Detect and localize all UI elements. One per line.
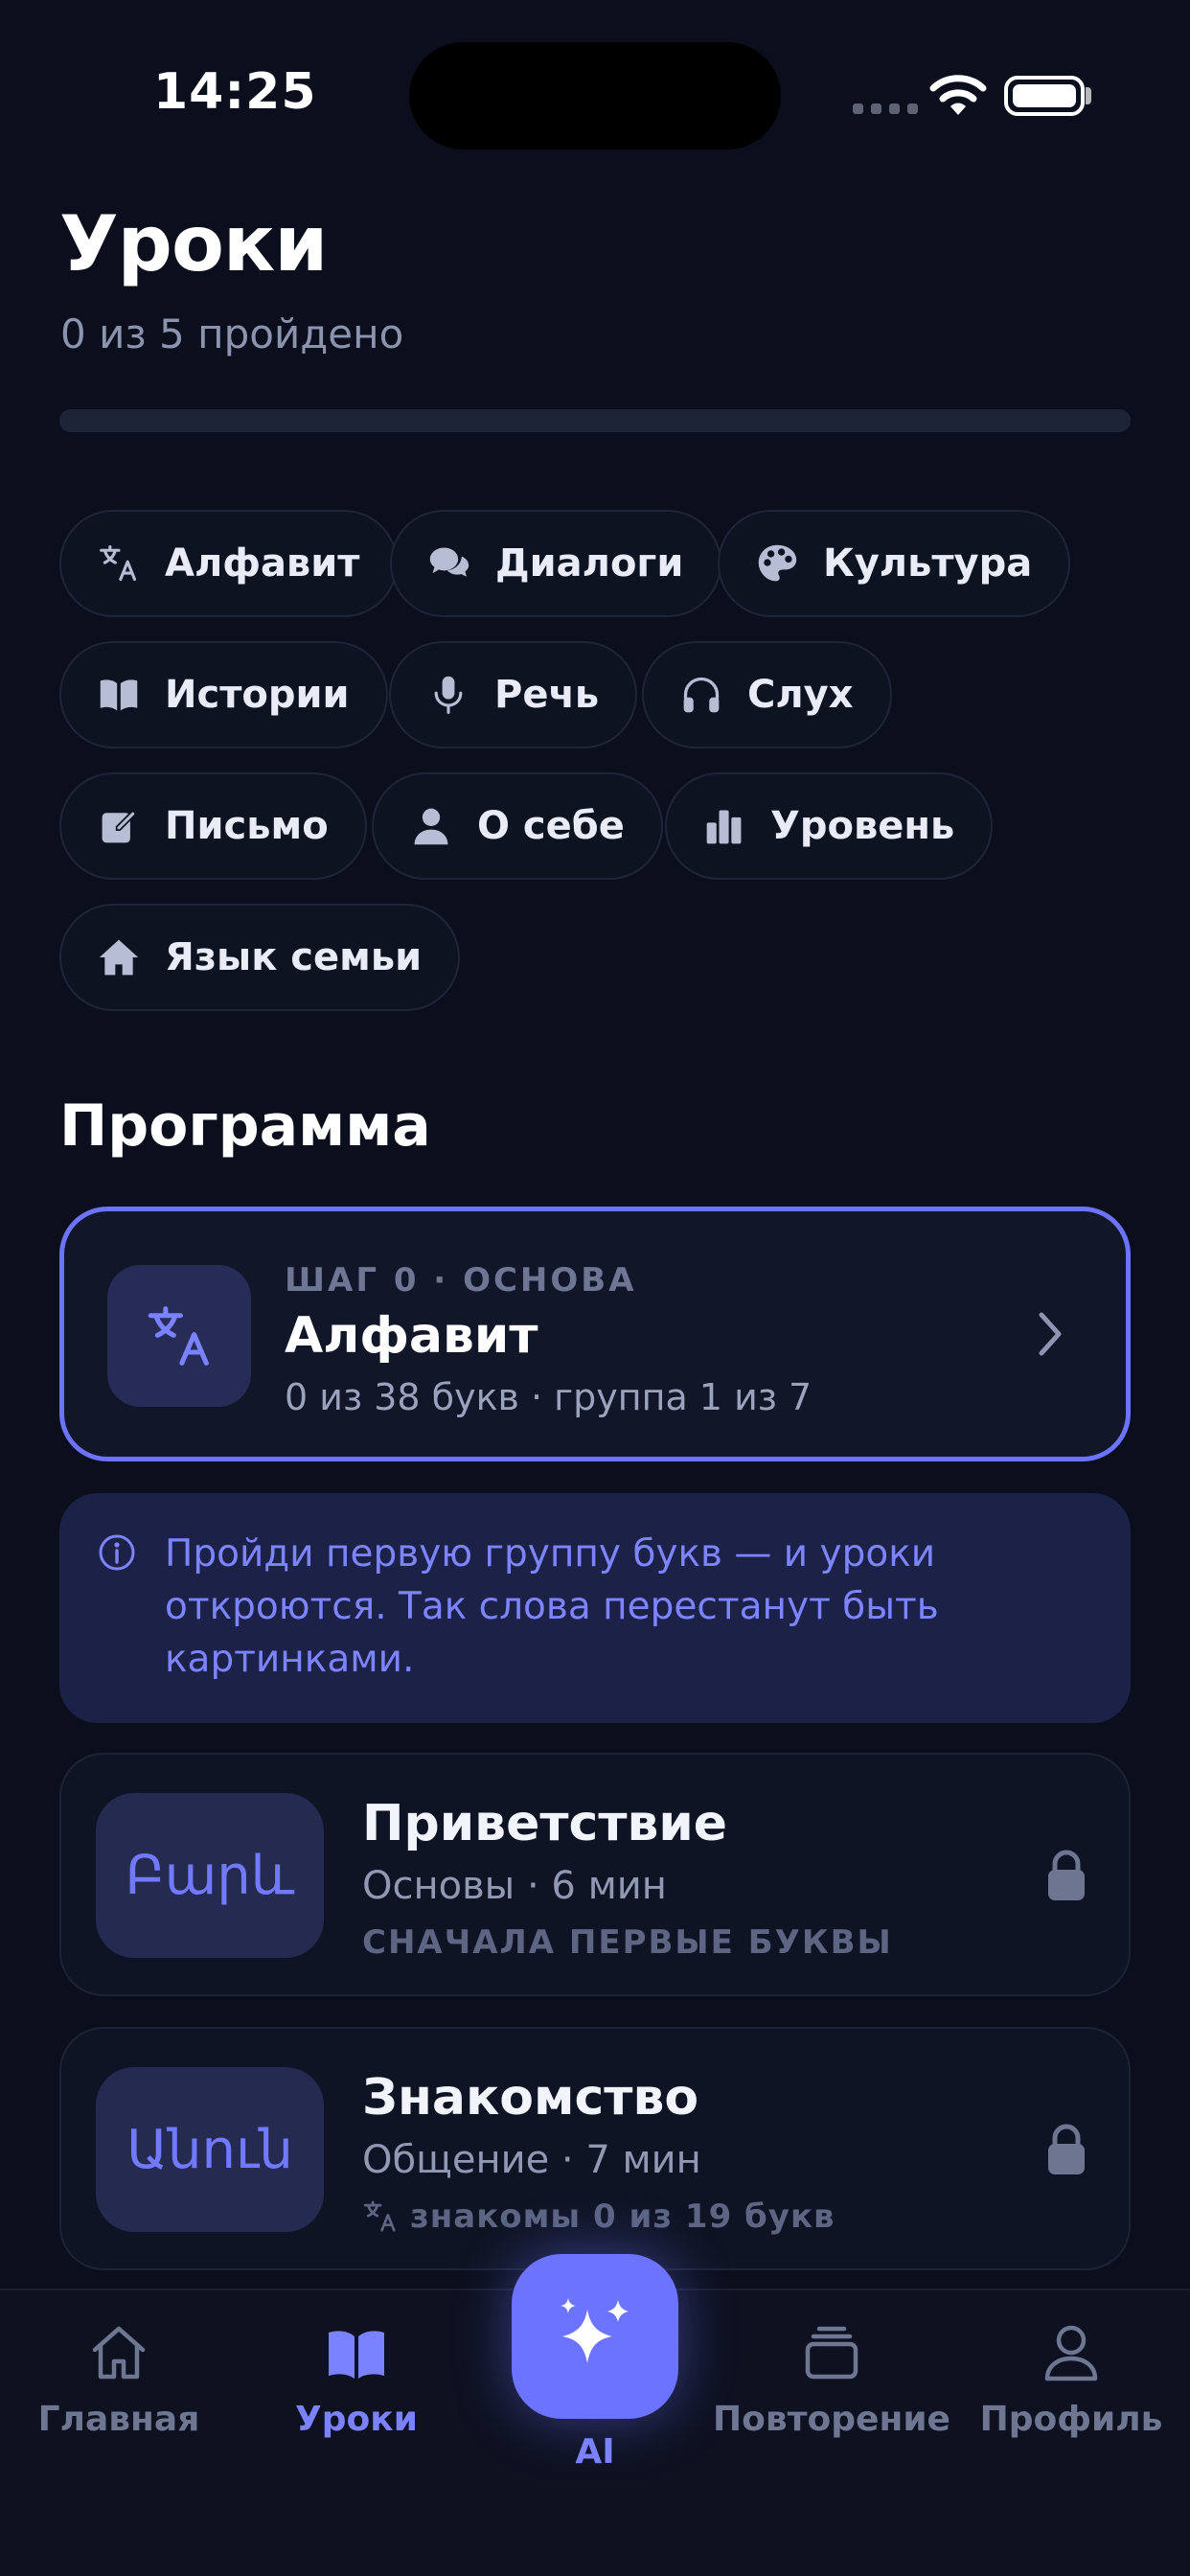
chip-level[interactable]: Уровень bbox=[665, 772, 994, 880]
step-meta: 0 из 38 букв · группа 1 из 7 bbox=[285, 1376, 812, 1418]
translate-icon bbox=[107, 1265, 251, 1407]
lesson-meta: Основы · 6 мин bbox=[362, 1864, 667, 1908]
lesson-requirement: СНАЧАЛА ПЕРВЫЕ БУКВЫ bbox=[362, 1923, 893, 1962]
chip-dialogs[interactable]: Диалоги bbox=[390, 510, 722, 617]
lesson-title: Знакомство bbox=[362, 2069, 699, 2127]
tab-label: Главная bbox=[37, 2400, 200, 2439]
translate-icon bbox=[96, 540, 142, 586]
lesson-thumbnail: Անուն bbox=[96, 2067, 324, 2232]
chip-family-language[interactable]: Язык семьи bbox=[59, 904, 461, 1011]
lesson-title: Приветствие bbox=[362, 1795, 728, 1852]
tab-review[interactable]: Повторение bbox=[713, 2319, 950, 2439]
progress-summary: 0 из 5 пройдено bbox=[60, 310, 404, 357]
tab-home[interactable]: Главная bbox=[0, 2319, 238, 2439]
chip-culture[interactable]: Культура bbox=[718, 510, 1071, 617]
tab-label: Уроки bbox=[295, 2400, 418, 2439]
lock-icon bbox=[1048, 2124, 1085, 2174]
page-title: Уроки bbox=[59, 199, 328, 288]
chip-label: Диалоги bbox=[495, 541, 684, 586]
house-icon bbox=[96, 934, 142, 980]
lesson-requirement-text: СНАЧАЛА ПЕРВЫЕ БУКВЫ bbox=[362, 1923, 893, 1962]
chip-label: Уровень bbox=[770, 804, 955, 848]
chip-label: Речь bbox=[494, 673, 600, 717]
info-banner: Пройди первую группу букв — и уроки откр… bbox=[59, 1493, 1131, 1723]
chip-speech[interactable]: Речь bbox=[389, 641, 638, 748]
chip-label: Культура bbox=[823, 541, 1033, 586]
headphones-icon bbox=[678, 672, 724, 718]
home-icon bbox=[92, 2326, 146, 2380]
tab-lessons[interactable]: Уроки bbox=[238, 2319, 475, 2439]
lock-icon bbox=[1048, 1850, 1085, 1900]
tab-label: Профиль bbox=[979, 2400, 1163, 2439]
chip-label: Алфавит bbox=[165, 541, 360, 586]
lesson-requirement-text: знакомы 0 из 19 букв bbox=[410, 2197, 835, 2236]
book-icon bbox=[329, 2331, 384, 2379]
lesson-meta: Общение · 7 мин bbox=[362, 2138, 701, 2182]
alphabet-step-card[interactable]: ШАГ 0 · ОСНОВА Алфавит 0 из 38 букв · гр… bbox=[59, 1207, 1131, 1461]
chip-about-me[interactable]: О себе bbox=[372, 772, 663, 880]
cards-stack-icon bbox=[805, 2326, 858, 2380]
tab-profile[interactable]: Профиль bbox=[952, 2319, 1190, 2439]
book-icon bbox=[96, 672, 142, 718]
lessons-screen: 14:25 Уроки 0 из 5 пройдено Алфавит Диал… bbox=[0, 0, 1190, 2576]
dynamic-island bbox=[409, 42, 781, 150]
chip-writing[interactable]: Письмо bbox=[59, 772, 367, 880]
chip-stories[interactable]: Истории bbox=[59, 641, 388, 748]
wifi-icon bbox=[929, 75, 987, 115]
ai-button[interactable] bbox=[512, 2254, 678, 2419]
lesson-card-greeting[interactable]: Բարև Приветствие Основы · 6 мин СНАЧАЛА … bbox=[59, 1753, 1131, 1996]
progress-bar bbox=[59, 409, 1131, 432]
status-time: 14:25 bbox=[153, 63, 317, 121]
info-text: Пройди первую группу букв — и уроки откр… bbox=[165, 1532, 939, 1681]
lesson-thumbnail: Բարև bbox=[96, 1793, 324, 1958]
info-icon bbox=[99, 1534, 135, 1571]
section-title: Программа bbox=[59, 1092, 431, 1160]
chevron-right-icon bbox=[1039, 1312, 1062, 1356]
palette-icon bbox=[754, 540, 800, 586]
sparkles-icon bbox=[561, 2298, 629, 2363]
chip-alphabet[interactable]: Алфавит bbox=[59, 510, 399, 617]
chip-label: Письмо bbox=[165, 804, 329, 848]
microphone-icon bbox=[425, 672, 471, 718]
translate-icon bbox=[363, 2200, 396, 2232]
lesson-requirement: знакомы 0 из 19 букв bbox=[362, 2197, 835, 2236]
step-title: Алфавит bbox=[285, 1307, 538, 1365]
chip-label: Истории bbox=[165, 673, 350, 717]
battery-tip bbox=[1086, 87, 1091, 104]
bar-chart-icon bbox=[701, 803, 747, 849]
chat-bubbles-icon bbox=[426, 540, 472, 586]
chip-listening[interactable]: Слух bbox=[642, 641, 892, 748]
lesson-card-acquaintance[interactable]: Անուն Знакомство Общение · 7 мин знакомы… bbox=[59, 2027, 1131, 2270]
chip-label: Слух bbox=[747, 673, 854, 717]
pencil-square-icon bbox=[96, 803, 142, 849]
chip-label: Язык семьи bbox=[165, 935, 423, 979]
battery-icon bbox=[1004, 76, 1085, 116]
tab-label: Повторение bbox=[713, 2400, 950, 2439]
cellular-signal-icon bbox=[853, 104, 918, 114]
step-label: ШАГ 0 · ОСНОВА bbox=[285, 1261, 637, 1300]
person-icon bbox=[408, 803, 454, 849]
tab-label-ai: AI bbox=[575, 2432, 615, 2472]
chip-label: О себе bbox=[477, 804, 625, 848]
person-icon bbox=[1044, 2325, 1098, 2381]
